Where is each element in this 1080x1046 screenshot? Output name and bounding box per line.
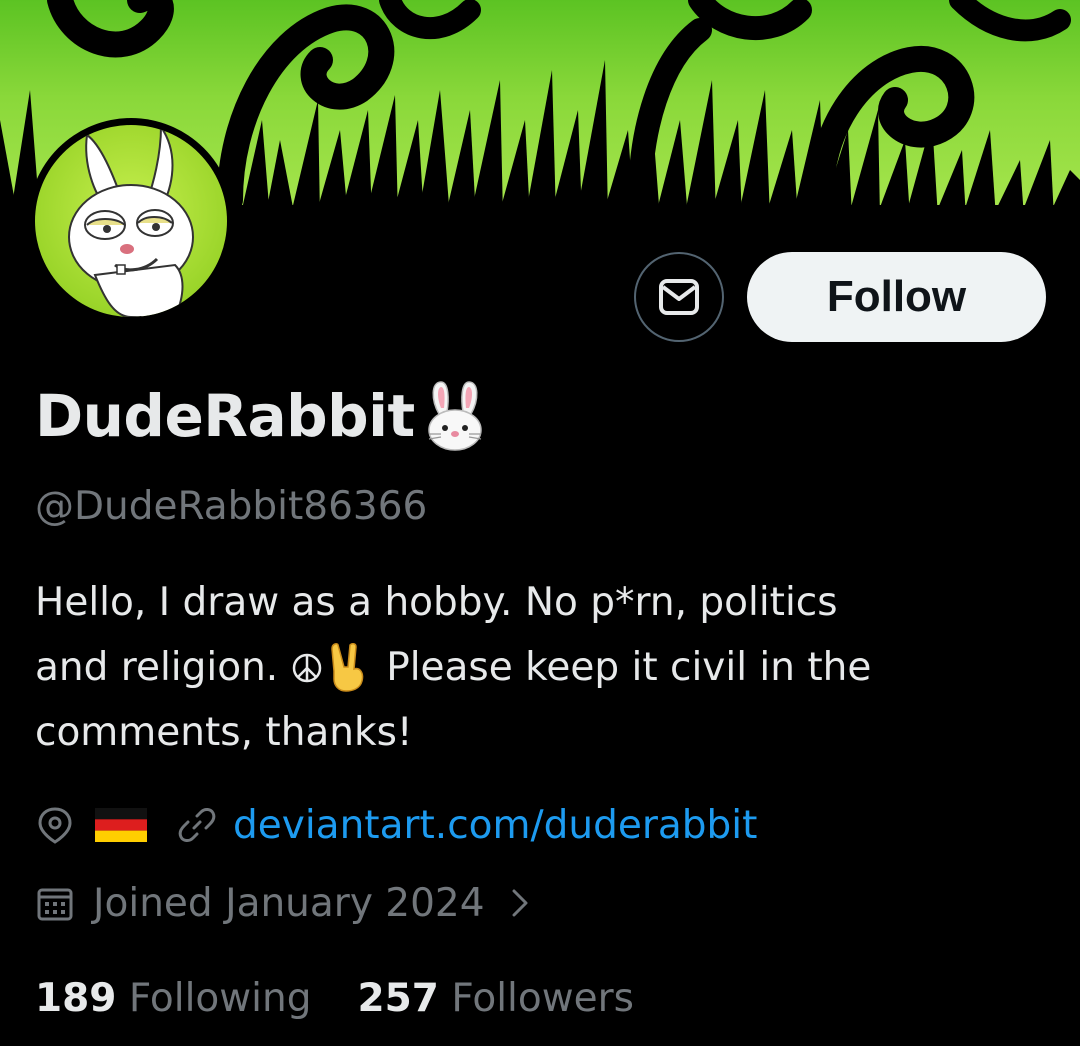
location-pin-icon bbox=[38, 807, 72, 844]
bio-line-3: comments, thanks! bbox=[35, 710, 413, 755]
following-count: 189 bbox=[35, 975, 117, 1021]
display-name-row: DudeRabbit bbox=[35, 376, 493, 456]
follow-button[interactable]: Follow bbox=[747, 252, 1046, 342]
followers-label: Followers bbox=[451, 975, 634, 1021]
following-stat[interactable]: 189 Following bbox=[35, 976, 311, 1021]
followers-stat[interactable]: 257 Followers bbox=[357, 976, 634, 1021]
bio-text-part: and religion. bbox=[35, 645, 279, 690]
joined-row[interactable]: Joined January 2024 bbox=[35, 874, 535, 932]
joined-date: Joined January 2024 bbox=[93, 880, 485, 926]
message-button[interactable] bbox=[634, 252, 724, 342]
avatar[interactable] bbox=[28, 118, 234, 324]
bio-line-1: Hello, I draw as a hobby. No p*rn, polit… bbox=[35, 580, 838, 625]
calendar-icon bbox=[37, 888, 73, 921]
display-name: DudeRabbit bbox=[35, 382, 415, 450]
rabbit-avatar-illustration bbox=[68, 125, 194, 317]
peace-symbol-icon bbox=[292, 653, 322, 682]
germany-flag-icon bbox=[95, 808, 147, 842]
bio-text-part: Please keep it civil in the bbox=[386, 645, 872, 690]
avatar-image bbox=[35, 125, 227, 317]
followers-count: 257 bbox=[357, 975, 439, 1021]
chevron-right-icon[interactable] bbox=[505, 883, 535, 923]
follow-stats: 189 Following 257 Followers bbox=[35, 968, 634, 1028]
bio: Hello, I draw as a hobby. No p*rn, polit… bbox=[35, 570, 1045, 765]
bio-line-2: and religion. Please keep it civil in th… bbox=[35, 635, 1045, 700]
profile-meta-row: deviantart.com/duderabbit bbox=[35, 796, 757, 854]
envelope-icon bbox=[659, 279, 699, 315]
link-icon bbox=[178, 808, 216, 842]
user-handle: @DudeRabbit86366 bbox=[35, 484, 428, 529]
rabbit-face-emoji-icon bbox=[427, 381, 482, 451]
website-link[interactable]: deviantart.com/duderabbit bbox=[233, 803, 757, 848]
following-label: Following bbox=[128, 975, 312, 1021]
victory-hand-icon bbox=[331, 642, 364, 692]
